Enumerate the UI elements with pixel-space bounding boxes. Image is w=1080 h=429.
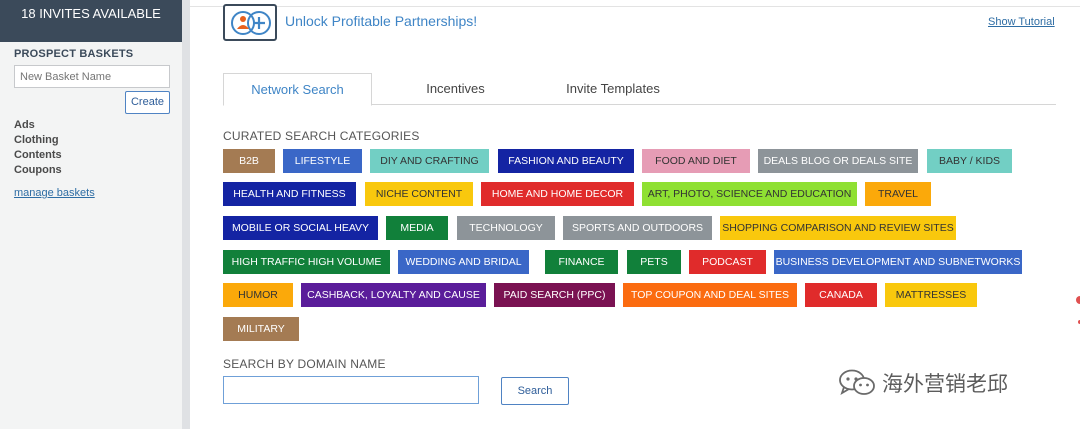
basket-list: Ads Clothing Contents Coupons bbox=[14, 118, 62, 178]
category-button[interactable]: HEALTH AND FITNESS bbox=[223, 182, 356, 206]
curated-categories-label: CURATED SEARCH CATEGORIES bbox=[223, 129, 420, 143]
new-basket-name-input[interactable] bbox=[14, 65, 170, 88]
category-button[interactable]: MEDIA bbox=[386, 216, 448, 240]
basket-item[interactable]: Coupons bbox=[14, 163, 62, 178]
create-basket-button[interactable]: Create bbox=[125, 91, 170, 114]
prospect-baskets-title: PROSPECT BASKETS bbox=[14, 48, 134, 60]
partnership-logo bbox=[223, 4, 277, 41]
partnership-icon bbox=[231, 11, 271, 35]
category-button[interactable]: BABY / KIDS bbox=[927, 149, 1012, 173]
category-button[interactable]: CASHBACK, LOYALTY AND CAUSE bbox=[301, 283, 486, 307]
domain-name-input[interactable] bbox=[223, 376, 479, 404]
category-button[interactable]: B2B bbox=[223, 149, 275, 173]
category-button[interactable]: DIY AND CRAFTING bbox=[370, 149, 489, 173]
domain-search-label: SEARCH BY DOMAIN NAME bbox=[223, 357, 386, 371]
tab-network-search[interactable]: Network Search bbox=[223, 73, 372, 106]
category-button[interactable]: NICHE CONTENT bbox=[365, 182, 473, 206]
category-button[interactable]: ART, PHOTO, SCIENCE AND EDUCATION bbox=[642, 182, 857, 206]
category-button[interactable]: TOP COUPON AND DEAL SITES bbox=[623, 283, 797, 307]
watermark-text: 海外营销老邱 bbox=[882, 372, 1008, 396]
category-button[interactable]: TRAVEL bbox=[865, 182, 931, 206]
category-button[interactable]: BUSINESS DEVELOPMENT AND SUBNETWORKS bbox=[774, 250, 1022, 274]
domain-search-button[interactable]: Search bbox=[501, 377, 569, 405]
basket-item[interactable]: Clothing bbox=[14, 133, 62, 148]
category-button[interactable]: PAID SEARCH (PPC) bbox=[494, 283, 615, 307]
category-button[interactable]: MATTRESSES bbox=[885, 283, 977, 307]
category-button[interactable]: LIFESTYLE bbox=[283, 149, 362, 173]
top-divider bbox=[190, 6, 1080, 7]
basket-item[interactable]: Ads bbox=[14, 118, 62, 133]
invites-banner: 18 INVITES AVAILABLE bbox=[0, 0, 182, 42]
basket-item[interactable]: Contents bbox=[14, 148, 62, 163]
wechat-icon bbox=[839, 369, 875, 395]
show-tutorial-link[interactable]: Show Tutorial bbox=[988, 16, 1055, 28]
category-button[interactable]: WEDDING AND BRIDAL bbox=[398, 250, 529, 274]
tab-incentives[interactable]: Incentives bbox=[398, 73, 513, 105]
tab-invite-templates[interactable]: Invite Templates bbox=[553, 73, 673, 105]
category-button[interactable]: FINANCE bbox=[545, 250, 618, 274]
sidebar: 18 INVITES AVAILABLE PROSPECT BASKETS Cr… bbox=[0, 0, 182, 429]
category-button[interactable]: DEALS BLOG OR DEALS SITE bbox=[758, 149, 918, 173]
sidebar-divider bbox=[182, 0, 190, 429]
category-button[interactable]: SPORTS AND OUTDOORS bbox=[563, 216, 712, 240]
edge-decoration-icon bbox=[1076, 296, 1080, 324]
category-button[interactable]: FASHION AND BEAUTY bbox=[498, 149, 634, 173]
watermark: 海外营销老邱 bbox=[838, 366, 1008, 400]
category-button[interactable]: MOBILE OR SOCIAL HEAVY bbox=[223, 216, 378, 240]
category-button[interactable]: HUMOR bbox=[223, 283, 293, 307]
category-button[interactable]: TECHNOLOGY bbox=[457, 216, 555, 240]
category-button[interactable]: HOME AND HOME DECOR bbox=[481, 182, 634, 206]
manage-baskets-link[interactable]: manage baskets bbox=[14, 187, 95, 199]
category-button[interactable]: PODCAST bbox=[689, 250, 766, 274]
category-button[interactable]: SHOPPING COMPARISON AND REVIEW SITES bbox=[720, 216, 956, 240]
category-button[interactable]: HIGH TRAFFIC HIGH VOLUME bbox=[223, 250, 390, 274]
category-button[interactable]: FOOD AND DIET bbox=[642, 149, 750, 173]
category-button[interactable]: CANADA bbox=[805, 283, 877, 307]
category-button[interactable]: PETS bbox=[627, 250, 681, 274]
tab-bar: Network Search Incentives Invite Templat… bbox=[223, 73, 1056, 106]
page-headline: Unlock Profitable Partnerships! bbox=[285, 13, 478, 29]
category-button[interactable]: MILITARY bbox=[223, 317, 299, 341]
